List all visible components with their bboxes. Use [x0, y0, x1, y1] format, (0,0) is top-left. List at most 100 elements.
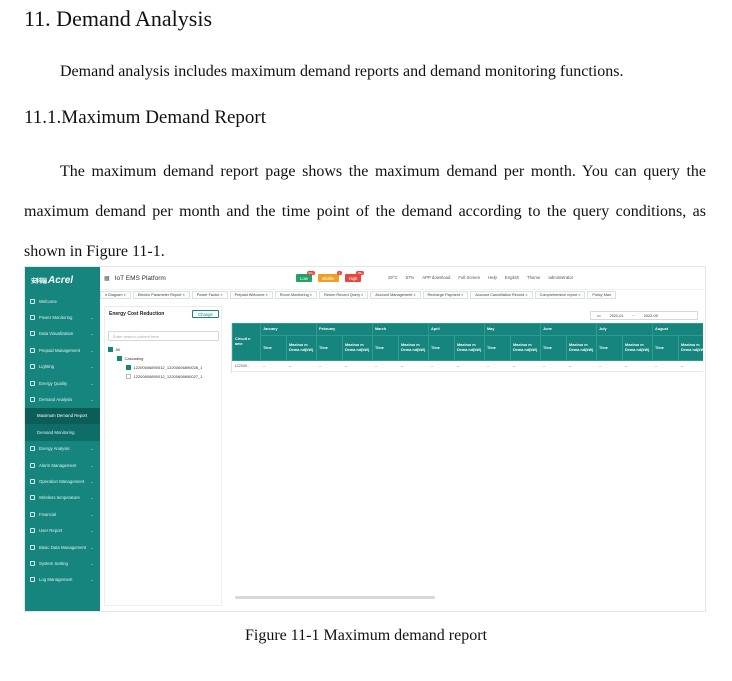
- topbar-item[interactable]: APP download: [422, 275, 450, 280]
- table-cell: --: [596, 360, 623, 372]
- tree-node[interactable]: Cascading: [108, 354, 202, 363]
- sidebar-item-label: Power Monitoring: [39, 315, 73, 321]
- tab-item[interactable]: Return Record Query ×: [318, 291, 369, 299]
- chevron-down-icon: ⌄: [90, 495, 94, 501]
- sidebar-item[interactable]: Operation Management ⌄: [25, 473, 100, 489]
- sidebar-item[interactable]: Alarm Management ⌄: [25, 457, 100, 473]
- tree-node[interactable]: 12200606890012_12200606890028_1: [108, 363, 202, 372]
- table-cell: --: [454, 360, 485, 372]
- tab-item[interactable]: Recharge Payment ×: [422, 291, 469, 299]
- chevron-down-icon: ⌄: [90, 544, 94, 550]
- sidebar-item[interactable]: Energy Quality ⌄: [25, 375, 100, 391]
- wrench-icon: [30, 478, 35, 484]
- table-cell: --: [484, 360, 511, 372]
- sidebar-item-label: Log Management: [39, 577, 73, 583]
- time-header: Time: [540, 335, 568, 361]
- sidebar-item[interactable]: Log Management ⌄: [25, 572, 100, 588]
- sidebar-item[interactable]: Demand Analysis ⌄: [25, 391, 100, 407]
- time-header: Time: [428, 335, 456, 361]
- sidebar-item[interactable]: Financial ⌄: [25, 506, 100, 522]
- tab-item[interactable]: Account Cancellation Record ×: [470, 291, 533, 299]
- platform-title: ▦ IoT EMS Platform: [104, 274, 166, 282]
- search-input[interactable]: Enter search content here: [108, 331, 219, 341]
- max-demand-header: Maximu m Dema nd(kW): [678, 335, 703, 361]
- database-icon: [30, 544, 35, 550]
- tree-node-label: Cascading: [124, 356, 144, 361]
- sidebar-item-label: Demand Analysis: [39, 397, 73, 403]
- sidebar-item[interactable]: Wireless temperature ⌄: [25, 490, 100, 506]
- change-button[interactable]: Change: [192, 310, 219, 318]
- sidebar-item[interactable]: Demand Monitoring: [25, 424, 100, 441]
- horizontal-scrollbar[interactable]: [235, 596, 435, 599]
- topbar-item[interactable]: Help: [488, 275, 497, 280]
- sidebar-item[interactable]: Power Monitoring ⌄: [25, 309, 100, 325]
- alarm-badge-count: 1: [336, 271, 342, 275]
- table-row[interactable]: 122000... -- -- -- -- -- -- -- -- -- -- -- -- -- -- -- -…: [232, 360, 703, 372]
- time-header: Time: [316, 335, 344, 361]
- subsection-heading: 11.1.Maximum Demand Report: [24, 107, 267, 128]
- sidebar-item-label: Lighting: [39, 364, 55, 370]
- prepaid-icon: [30, 347, 35, 353]
- tab-item[interactable]: Policy Man: [587, 291, 616, 299]
- topbar-item[interactable]: administrator: [548, 275, 573, 280]
- grid-icon[interactable]: ▦: [104, 275, 110, 282]
- tree-node-label: All: [115, 347, 120, 352]
- table-cell: --: [428, 360, 455, 372]
- tree-node[interactable]: All: [108, 345, 202, 354]
- topbar-item[interactable]: English: [505, 275, 519, 280]
- alarm-badge[interactable]: Low 99+: [296, 271, 315, 282]
- chevron-down-icon: ⌄: [90, 528, 94, 534]
- sidebar-item[interactable]: System Setting ⌄: [25, 555, 100, 571]
- sidebar-item[interactable]: Data Visualization ⌄: [25, 326, 100, 342]
- analysis-icon: [30, 446, 35, 452]
- alarm-badge[interactable]: High 99+: [344, 271, 365, 282]
- sidebar-item[interactable]: Lighting ⌄: [25, 359, 100, 375]
- sidebar-item-label: Data Visualization: [39, 331, 74, 337]
- sidebar-item[interactable]: Energy Analysis ⌄: [25, 441, 100, 457]
- sidebar-item[interactable]: User Report ⌄: [25, 522, 100, 538]
- sidebar-item-label: Prepaid Management: [39, 347, 81, 353]
- table-cell: --: [316, 360, 343, 372]
- tab-item[interactable]: Account Management ×: [370, 291, 421, 299]
- date-start: 2022-01: [609, 313, 624, 318]
- tab-item[interactable]: Electric Parameter Report ×: [132, 291, 190, 299]
- table-cell: --: [342, 360, 373, 372]
- tab-item[interactable]: Power Factor ×: [191, 291, 228, 299]
- tab-item[interactable]: Room Monitoring ×: [274, 291, 317, 299]
- topbar-item[interactable]: Full Screen: [458, 275, 480, 280]
- table-cell: --: [652, 360, 679, 372]
- chevron-down-icon: ⌄: [90, 560, 94, 566]
- sidebar-item-label: Energy Analysis: [39, 446, 70, 452]
- tab-item[interactable]: Comprehensive report ×: [534, 291, 586, 299]
- topbar-item[interactable]: Theme: [527, 275, 540, 280]
- sidebar-item-label: Basic Data Management: [39, 544, 87, 550]
- sidebar-menu: Welcome Power Monitoring ⌄ Data Visualizati…: [25, 293, 100, 588]
- date-end: 2022-09: [643, 313, 658, 318]
- tab-item[interactable]: n Diagram ×: [100, 291, 131, 299]
- chevron-down-icon: ⌄: [90, 331, 94, 337]
- circuit-name-cell: 122000...: [232, 360, 261, 372]
- chevron-down-icon: ⌄: [90, 478, 94, 484]
- sidebar-item[interactable]: Prepaid Management ⌄: [25, 342, 100, 358]
- calendar-icon: ▭: [597, 314, 601, 318]
- time-header: Time: [372, 335, 400, 361]
- sidebar-item[interactable]: Basic Data Management ⌄: [25, 539, 100, 555]
- checkbox[interactable]: [108, 347, 113, 352]
- checkbox[interactable]: [126, 365, 131, 370]
- checkbox[interactable]: [126, 374, 131, 379]
- month-header: February: [316, 323, 374, 336]
- sidebar-item[interactable]: Maximum Demand Report: [25, 407, 100, 425]
- sidebar-item-label: Demand Monitoring: [37, 429, 75, 435]
- table-cell: --: [622, 360, 653, 372]
- max-demand-header: Maximu m Dema nd(kW): [398, 335, 430, 361]
- checkbox[interactable]: [117, 356, 122, 361]
- tab-item[interactable]: Prepaid Welcome ×: [229, 291, 273, 299]
- intro-paragraph: Demand analysis includes maximum demand …: [60, 63, 624, 80]
- month-header: April: [428, 323, 486, 336]
- tree-node[interactable]: 12200606890012_12200606890027_1: [108, 372, 202, 381]
- alarm-badge[interactable]: Middle 1: [317, 271, 342, 282]
- sidebar-item[interactable]: Welcome: [25, 293, 100, 309]
- tree-node-label: 12200606890012_12200606890027_1: [133, 374, 203, 379]
- alarm-icon: [30, 462, 35, 468]
- date-range-picker[interactable]: ▭ 2022-01 ~ 2022-09: [590, 311, 698, 320]
